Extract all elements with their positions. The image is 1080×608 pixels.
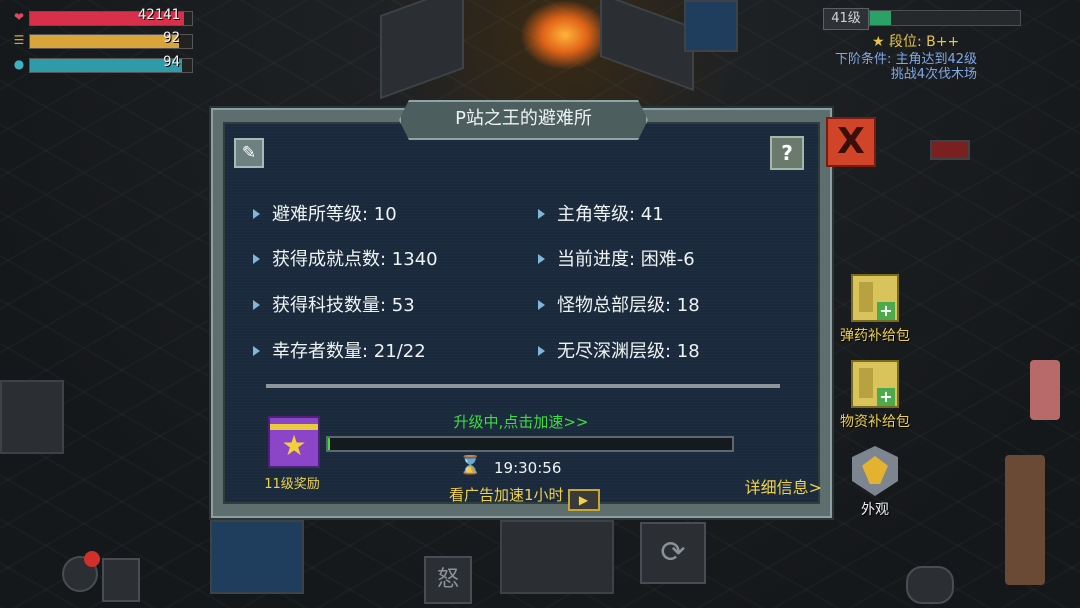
info-current-progress: 当前进度: 困难-6 [538,245,695,271]
bullet-arrow-icon [538,346,545,356]
info-text: 当前进度: 困难-6 [557,249,695,270]
bullet-arrow-icon [253,209,260,219]
scene-object [684,0,738,52]
bullet-arrow-icon [253,300,260,310]
info-text: 获得科技数量: 53 [272,295,415,316]
scene-object [380,0,464,100]
water-bar: ● 94 [12,54,193,73]
refresh-icon[interactable]: ⟳ [640,522,706,584]
info-shelter-level: 避难所等级: 10 [253,200,397,226]
scene-object [0,380,64,454]
level-reward-label: 11级奖励 [264,477,320,492]
close-dialog-button[interactable]: X [826,117,876,167]
speedup-upgrade-link[interactable]: 升级中,点击加速>> [371,411,671,432]
heart-icon: ❤ [13,10,25,24]
bullet-arrow-icon [538,300,545,310]
appearance-shield-icon [852,446,898,496]
appearance-button[interactable]: 外观 [830,446,920,519]
bullet-arrow-icon [253,254,260,264]
info-abyss-floor: 无尽深渊层级: 18 [538,337,700,363]
divider [266,384,780,388]
rank-label[interactable]: ★ 段位: B++ [872,31,959,51]
info-text: 幸存者数量: 21/22 [272,341,426,362]
material-supply-pack-button[interactable]: 物资补给包 [830,360,920,431]
star-icon: ★ [872,34,890,50]
help-button[interactable]: ? [770,136,804,170]
next-condition-line: 下阶条件: 主角达到42级 [834,52,977,67]
survivor-character [1030,360,1060,420]
info-monster-hq-floor: 怪物总部层级: 18 [538,291,700,317]
ammo-supply-pack-button[interactable]: 弹药补给包 [830,274,920,345]
level-progress-track [869,10,1021,26]
level-progress-fill [870,11,891,25]
edit-name-button[interactable]: ✎ [234,138,264,168]
ammo-supply-pack-label: 弹药补给包 [840,328,910,344]
fire-effect [520,0,610,70]
water-fill [30,59,183,72]
upgrade-progress-track [326,436,734,452]
watch-ad-speedup-button[interactable]: 看广告加速1小时 ▶ [449,484,600,511]
info-tech-count: 获得科技数量: 53 [253,291,415,317]
level-reward-gift-button[interactable]: ★ [268,416,320,468]
rank-text: 段位: B++ [889,34,960,50]
info-text: 获得成就点数: 1340 [272,249,438,270]
info-hero-level: 主角等级: 41 [538,200,664,226]
scene-object [930,140,970,160]
rage-icon[interactable]: 怒 [424,556,472,604]
scene-object [600,0,694,92]
info-text: 无尽深渊层级: 18 [557,341,700,362]
food-fill [30,35,180,48]
chat-icon[interactable] [906,566,954,604]
details-link[interactable]: 详细信息> [745,474,822,498]
health-value: 42141 [137,7,180,23]
next-condition-line: 挑战4次伐木场 [890,67,977,82]
dialog-title: P站之王的避难所 [455,108,592,129]
appearance-label: 外观 [861,502,889,518]
dialog-title-plate: P站之王的避难所 [399,100,648,140]
info-text: 主角等级: 41 [557,204,664,225]
water-value: 94 [163,54,180,70]
hourglass-icon: ⌛ [459,455,482,476]
survivor-character [1005,455,1045,585]
team-icon[interactable] [102,558,140,602]
health-bar: ❤ 42141 [12,7,193,26]
notification-badge [84,551,100,567]
pencil-icon: ✎ [241,143,257,163]
scene-object [210,520,304,594]
watch-ad-label: 看广告加速1小时 [449,486,564,504]
shelter-info-dialog: P站之王的避难所 ✎ ? 避难所等级: 10 主角等级: 41 获得成就点数: … [209,100,834,520]
question-icon: ? [781,141,793,165]
info-text: 避难所等级: 10 [272,204,397,225]
video-play-icon: ▶ [567,489,600,511]
supply-crate-icon [851,274,899,322]
bullet-arrow-icon [253,346,260,356]
info-survivors: 幸存者数量: 21/22 [253,337,426,363]
upgrade-timer: 19:30:56 [494,459,562,477]
next-tier-conditions: 下阶条件: 主角达到42级 挑战4次伐木场 [835,52,977,82]
star-icon: ★ [281,429,307,462]
food-bar: ☰ 92 [12,30,193,49]
food-icon: ☰ [13,33,25,47]
bullet-arrow-icon [538,254,545,264]
bullet-arrow-icon [538,209,545,219]
level-badge: 41级 [823,8,869,30]
upgrade-progress-fill [328,438,331,450]
material-supply-pack-label: 物资补给包 [840,414,910,430]
supply-crate-icon [851,360,899,408]
close-icon: X [837,121,865,162]
info-text: 怪物总部层级: 18 [557,295,700,316]
food-value: 92 [163,30,180,46]
info-achievement-points: 获得成就点数: 1340 [253,245,438,271]
water-drop-icon: ● [13,57,25,71]
scene-object [500,520,614,594]
